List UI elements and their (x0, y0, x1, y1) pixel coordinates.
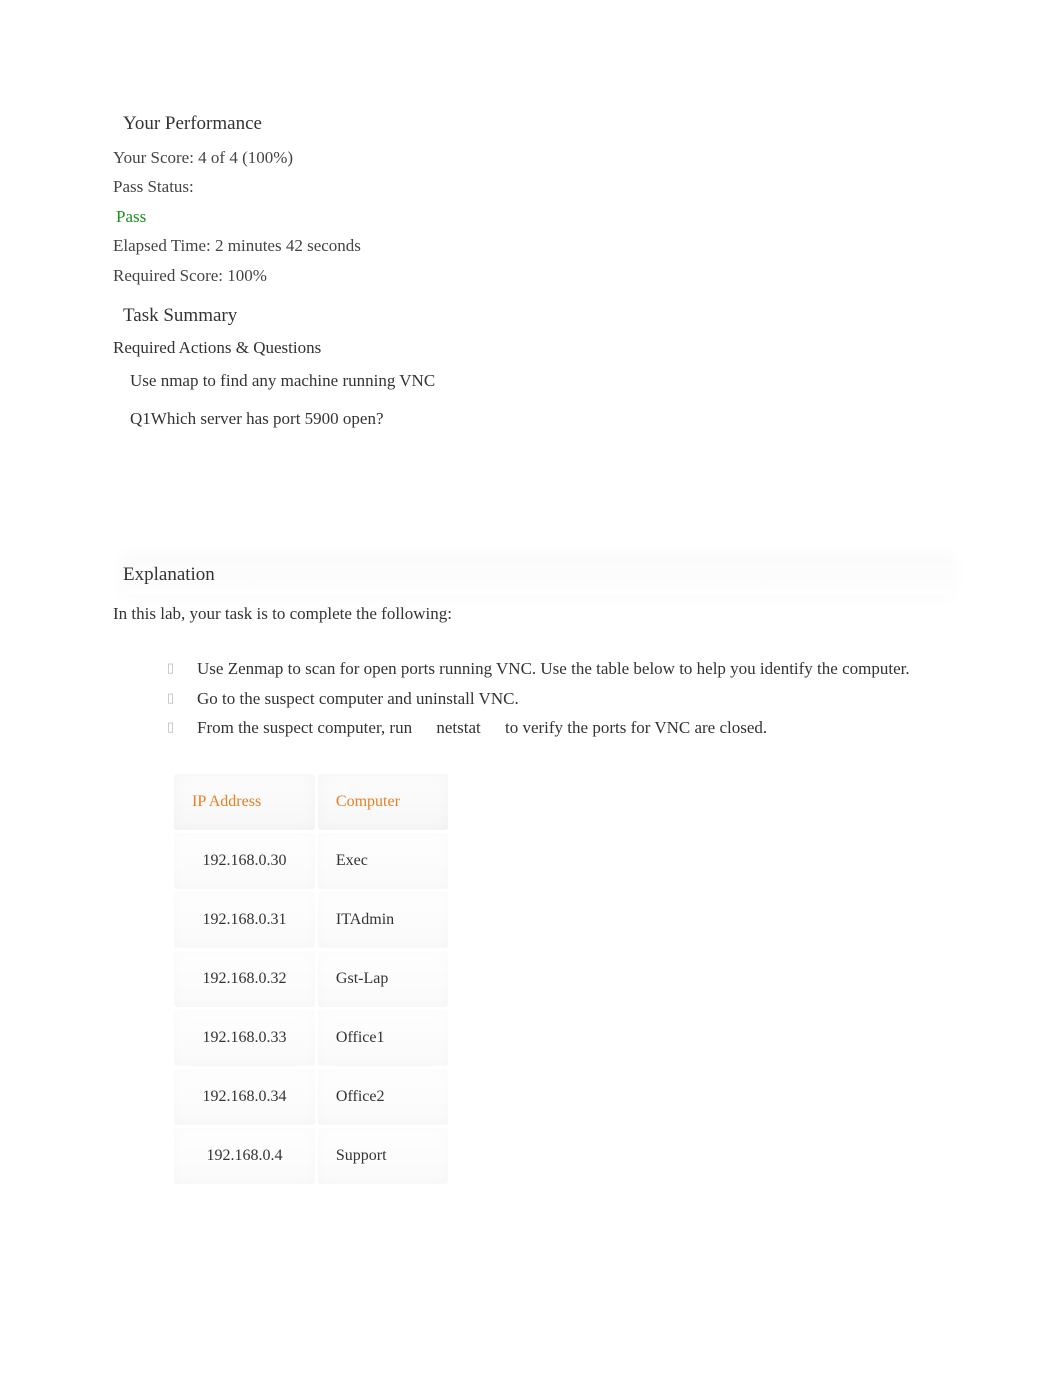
cell-ip: 192.168.0.33 (174, 1010, 315, 1066)
header-computer: Computer (318, 774, 448, 830)
cell-computer: Gst-Lap (318, 951, 448, 1007)
table-row: 192.168.0.32 Gst-Lap (174, 951, 448, 1007)
elapsed-time: Elapsed Time: 2 minutes 42 seconds (113, 233, 952, 259)
cell-computer: ITAdmin (318, 892, 448, 948)
explanation-intro: In this lab, your task is to complete th… (113, 601, 952, 627)
table-row: 192.168.0.31 ITAdmin (174, 892, 448, 948)
bullet-icon: ▯ (167, 688, 174, 708)
performance-heading: Your Performance (123, 110, 952, 139)
cell-computer: Support (318, 1128, 448, 1184)
table-header-row: IP Address Computer (174, 774, 448, 830)
cell-computer: Office1 (318, 1010, 448, 1066)
bullet-text-pre: From the suspect computer, run (197, 718, 412, 737)
header-ip: IP Address (174, 774, 315, 830)
explanation-heading: Explanation (123, 556, 952, 595)
table-row: 192.168.0.30 Exec (174, 833, 448, 889)
explanation-bullets: ▯ Use Zenmap to scan for open ports runn… (167, 656, 952, 741)
task-item: Q1Which server has port 5900 open? (130, 406, 952, 432)
bullet-icon: ▯ (167, 658, 174, 678)
cell-ip: 192.168.0.32 (174, 951, 315, 1007)
cell-ip: 192.168.0.30 (174, 833, 315, 889)
pass-status-label: Pass Status: (113, 174, 952, 200)
list-item: ▯ From the suspect computer, run netstat… (167, 715, 952, 741)
bullet-icon: ▯ (167, 717, 174, 737)
list-item: ▯ Go to the suspect computer and uninsta… (167, 686, 952, 712)
score-line: Your Score: 4 of 4 (100%) (113, 145, 952, 171)
task-summary-heading: Task Summary (123, 302, 952, 331)
cell-ip: 192.168.0.34 (174, 1069, 315, 1125)
bullet-text: Go to the suspect computer and uninstall… (197, 689, 519, 708)
table-row: 192.168.0.33 Office1 (174, 1010, 448, 1066)
bullet-text: Use Zenmap to scan for open ports runnin… (197, 659, 910, 678)
cell-computer: Office2 (318, 1069, 448, 1125)
table-row: 192.168.0.4 Support (174, 1128, 448, 1184)
actions-subheading: Required Actions & Questions (113, 335, 952, 361)
required-score: Required Score: 100% (113, 263, 952, 289)
command-text: netstat (416, 718, 500, 737)
cell-ip: 192.168.0.31 (174, 892, 315, 948)
list-item: ▯ Use Zenmap to scan for open ports runn… (167, 656, 952, 682)
cell-computer: Exec (318, 833, 448, 889)
pass-status-value: Pass (116, 204, 952, 230)
cell-ip: 192.168.0.4 (174, 1128, 315, 1184)
ip-computer-table: IP Address Computer 192.168.0.30 Exec 19… (171, 771, 451, 1187)
table-row: 192.168.0.34 Office2 (174, 1069, 448, 1125)
task-item: Use nmap to find any machine running VNC (130, 368, 952, 394)
bullet-text-post: to verify the ports for VNC are closed. (505, 718, 767, 737)
